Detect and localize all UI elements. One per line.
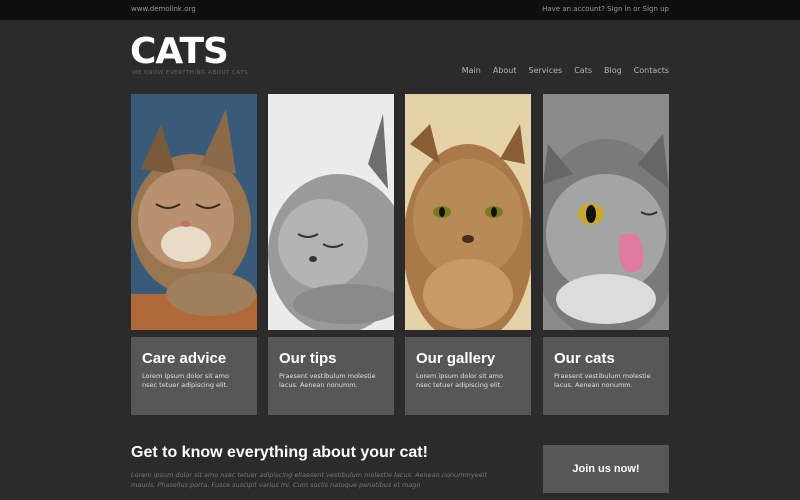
nav-item-contacts[interactable]: Contacts (634, 66, 669, 75)
tongue-cat-image (543, 94, 669, 330)
main-nav: Main About Services Cats Blog Contacts (462, 66, 669, 75)
card-care-advice[interactable]: Care advice Lorem ipsum dolor sit amo ns… (131, 337, 257, 415)
cat-photo-ours[interactable] (543, 94, 669, 330)
card-text: Lorem ipsum dolor sit amo nsec tetuer ad… (416, 372, 503, 390)
join-us-button[interactable]: Join us now! (543, 445, 669, 493)
card-title: Our tips (279, 350, 337, 367)
sign-up-link[interactable]: Sign up (643, 5, 669, 13)
nav-item-blog[interactable]: Blog (604, 66, 622, 75)
persian-cat-image (405, 94, 531, 330)
fluffy-grey-kitten-image (268, 94, 394, 330)
card-title: Our gallery (416, 350, 496, 367)
domain-link[interactable]: www.demolink.org (131, 5, 196, 13)
nav-item-services[interactable]: Services (528, 66, 562, 75)
top-bar: www.demolink.org Have an account? Sign i… (0, 0, 800, 20)
sign-in-link[interactable]: Sign in (607, 5, 631, 13)
cat-photo-tips[interactable] (268, 94, 394, 330)
card-our-gallery[interactable]: Our gallery Lorem ipsum dolor sit amo ns… (405, 337, 531, 415)
card-text: Praesent vestibulum molestie lacus. Aene… (279, 372, 376, 390)
account-links: Have an account? Sign in or Sign up (542, 5, 669, 13)
account-or: or (633, 5, 641, 13)
card-our-tips[interactable]: Our tips Praesent vestibulum molestie la… (268, 337, 394, 415)
sleeping-kitten-image (131, 94, 257, 330)
section-headline: Get to know everything about your cat! (131, 444, 428, 461)
cat-photo-care[interactable] (131, 94, 257, 330)
card-text: Lorem ipsum dolor sit amo nsec tetuer ad… (142, 372, 229, 390)
nav-item-cats[interactable]: Cats (574, 66, 592, 75)
site-tagline: WE KNOW EVERYTHING ABOUT CATS (132, 70, 249, 76)
account-prompt: Have an account? (542, 5, 605, 13)
nav-item-about[interactable]: About (493, 66, 517, 75)
card-title: Care advice (142, 350, 227, 367)
section-body-text: Lorem ipsum dolor sit amo nsec tetuer ad… (131, 471, 488, 490)
card-text: Praesent vestibulum molestie lacus. Aene… (554, 372, 651, 390)
site-logo[interactable]: CATS (130, 34, 229, 70)
card-title: Our cats (554, 350, 615, 367)
card-our-cats[interactable]: Our cats Praesent vestibulum molestie la… (543, 337, 669, 415)
nav-item-main[interactable]: Main (462, 66, 481, 75)
cat-photo-gallery[interactable] (405, 94, 531, 330)
